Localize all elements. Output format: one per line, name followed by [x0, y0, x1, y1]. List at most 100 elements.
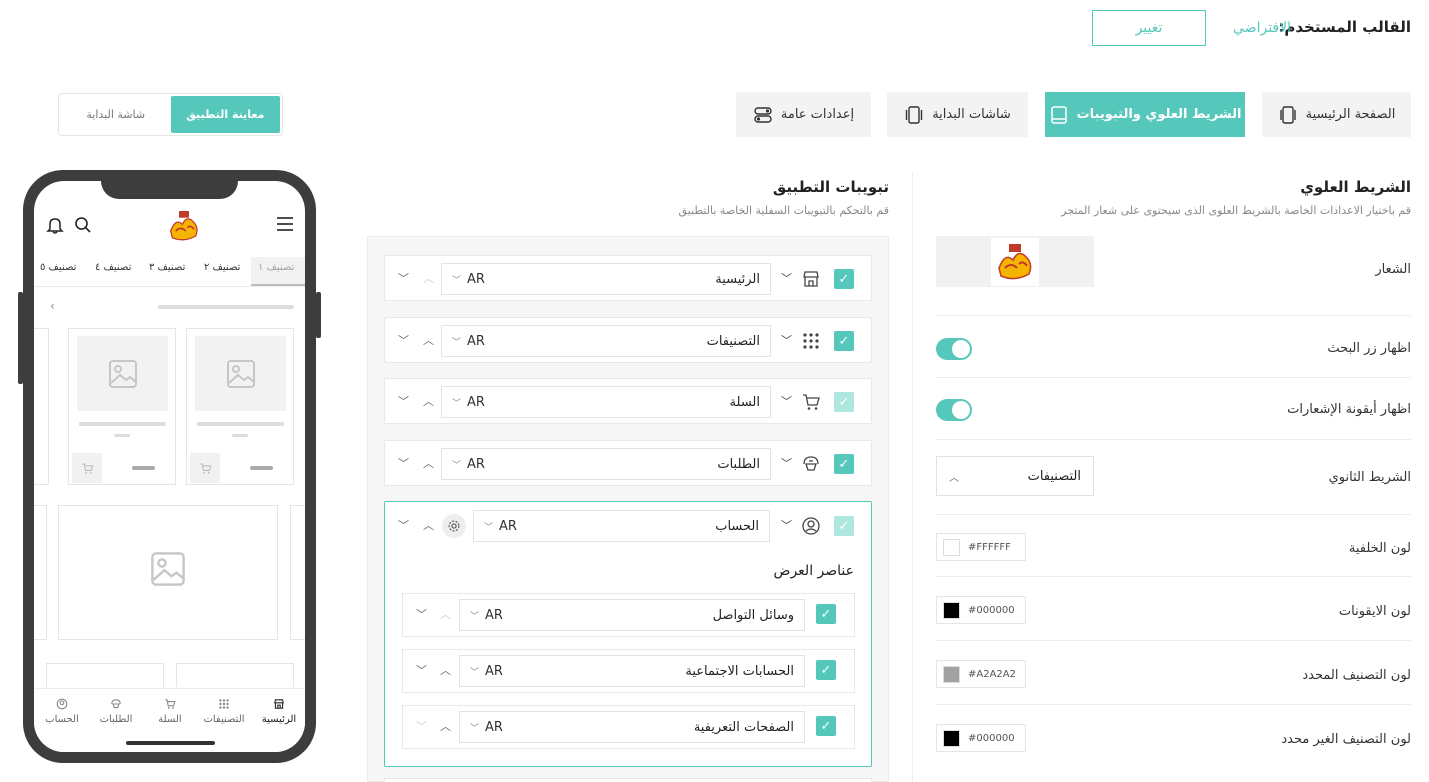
tab-enabled-checkbox[interactable]: ✓	[834, 269, 854, 289]
menu-icon[interactable]	[276, 216, 294, 232]
tab-name-field[interactable]: الطلبات AR ﹀	[441, 448, 771, 480]
phone-store-logo	[170, 211, 198, 241]
phone-category-2[interactable]: تصنيف ٢	[204, 262, 240, 273]
show-notifications-label: اظهار أيقونة الإشعارات	[1287, 402, 1411, 417]
show-search-toggle[interactable]	[936, 338, 972, 360]
lang-select[interactable]: AR ﹀	[484, 519, 517, 534]
product-price-placeholder	[250, 466, 273, 470]
chevron-down-icon: ﹀	[452, 398, 462, 409]
tab-home-page[interactable]: الصفحة الرئيسية	[1262, 92, 1411, 137]
move-down-icon[interactable]: ﹀	[416, 606, 427, 622]
tab-name-field[interactable]: التصنيفات AR ﹀	[441, 325, 771, 357]
lang-select[interactable]: AR ﹀	[452, 457, 485, 472]
phone-tab-cart[interactable]: السلة	[145, 714, 195, 725]
tab-general-settings[interactable]: إعدادات عامة	[736, 92, 871, 137]
tab-name-field[interactable]: الحساب AR ﹀	[473, 510, 770, 542]
tab-name-field[interactable]: الرئيسية AR ﹀	[441, 263, 771, 295]
cart-icon	[803, 394, 820, 410]
phone-tab-account[interactable]: الحساب	[37, 714, 87, 725]
color-picker-icons[interactable]: #000000	[936, 596, 1026, 624]
bell-icon[interactable]	[45, 215, 65, 235]
lang-select[interactable]: AR ﹀	[470, 608, 503, 623]
move-up-icon[interactable]: ︿	[440, 718, 451, 734]
cart-icon	[165, 699, 176, 709]
element-enabled-checkbox[interactable]: ✓	[816, 604, 836, 624]
gear-icon[interactable]	[442, 514, 466, 538]
tab-enabled-checkbox[interactable]: ✓	[834, 392, 854, 412]
move-up-icon[interactable]: ︿	[423, 393, 434, 409]
lang-select[interactable]: AR ﹀	[452, 334, 485, 349]
phone-icon	[1279, 105, 1296, 124]
chevron-down-icon[interactable]: ﹀	[781, 270, 792, 286]
move-up-icon[interactable]: ︿	[440, 662, 451, 678]
element-name-field[interactable]: الصفحات التعريفية AR ﹀	[459, 711, 805, 743]
move-up-icon[interactable]: ︿	[440, 606, 451, 622]
lang-select[interactable]: AR ﹀	[470, 664, 503, 679]
lang-code: AR	[499, 518, 517, 534]
lang-select[interactable]: AR ﹀	[452, 272, 485, 287]
chevron-down-icon[interactable]: ﹀	[781, 455, 792, 471]
lang-select[interactable]: AR ﹀	[470, 720, 503, 735]
chevron-down-icon: ﹀	[470, 667, 480, 678]
product-card-placeholder	[46, 663, 164, 687]
phone-tab-home[interactable]: الرئيسية	[254, 714, 304, 725]
color-swatch	[943, 601, 960, 619]
user-icon	[56, 698, 68, 710]
chevron-down-icon[interactable]: ﹀	[781, 332, 792, 348]
move-down-icon[interactable]: ﹀	[416, 718, 427, 734]
chevron-down-icon: ﹀	[452, 337, 462, 348]
phone-category-1[interactable]: تصنيف ١	[258, 262, 294, 273]
search-icon[interactable]	[74, 216, 92, 234]
move-down-icon[interactable]: ﹀	[416, 662, 427, 678]
tab-name-field[interactable]: السلة AR ﹀	[441, 386, 771, 418]
move-down-icon[interactable]: ﹀	[398, 455, 409, 471]
lang-select[interactable]: AR ﹀	[452, 395, 485, 410]
tab-enabled-checkbox[interactable]: ✓	[834, 454, 854, 474]
move-down-icon[interactable]: ﹀	[398, 393, 409, 409]
element-name-field[interactable]: الحسابات الاجتماعية AR ﹀	[459, 655, 805, 687]
show-search-label: اظهار زر البحث	[1327, 341, 1411, 356]
lang-code: AR	[467, 394, 485, 410]
element-enabled-checkbox[interactable]: ✓	[816, 660, 836, 680]
add-to-cart-button[interactable]	[190, 453, 220, 483]
move-up-icon[interactable]: ︿	[423, 517, 434, 533]
move-down-icon[interactable]: ﹀	[398, 270, 409, 286]
move-up-icon[interactable]: ︿	[423, 270, 434, 286]
chevron-up-icon: ︿	[949, 472, 959, 484]
color-picker-background[interactable]: #FFFFFF	[936, 533, 1026, 561]
show-notifications-toggle[interactable]	[936, 399, 972, 421]
logo-upload[interactable]	[936, 236, 1094, 287]
add-to-cart-button[interactable]	[72, 453, 102, 483]
element-name-field[interactable]: وسائل التواصل AR ﹀	[459, 599, 805, 631]
phone-category-5[interactable]: تصنيف ٥	[40, 262, 76, 273]
chevron-left-icon[interactable]: ‹	[50, 299, 55, 313]
cart-icon	[81, 462, 93, 474]
move-up-icon[interactable]: ︿	[423, 332, 434, 348]
phone-tab-orders[interactable]: الطلبات	[91, 714, 141, 725]
tab-top-bar-and-tabs[interactable]: الشريط العلوي والتبويبات	[1045, 92, 1245, 137]
chevron-down-icon: ﹀	[452, 275, 462, 286]
tab-enabled-checkbox[interactable]: ✓	[834, 331, 854, 351]
color-label: لون التصنيف الغير محدد	[1281, 732, 1411, 747]
app-preview-option[interactable]: معاينة التطبيق	[170, 96, 280, 133]
change-template-button[interactable]: تغيير	[1092, 10, 1206, 46]
chevron-down-icon[interactable]: ﹀	[781, 393, 792, 409]
tab-splash-screens[interactable]: شاشات البداية	[887, 92, 1028, 137]
move-down-icon[interactable]: ﹀	[398, 332, 409, 348]
phone-category-4[interactable]: تصنيف ٤	[95, 262, 131, 273]
secondary-bar-select[interactable]: التصنيفات ︿	[936, 456, 1094, 496]
move-up-icon[interactable]: ︿	[423, 455, 434, 471]
phone-tab-categories[interactable]: التصنيفات	[199, 714, 249, 725]
splash-screen-option[interactable]: شاشة البداية	[61, 96, 171, 133]
color-picker-unselected-category[interactable]: #000000	[936, 724, 1026, 752]
element-enabled-checkbox[interactable]: ✓	[816, 716, 836, 736]
chevron-down-icon[interactable]: ﹀	[781, 517, 792, 533]
move-down-icon[interactable]: ﹀	[398, 517, 409, 533]
top-bar-subtitle: قم باختيار الاعدادات الخاصة بالشريط العل…	[1061, 204, 1411, 217]
color-picker-selected-category[interactable]: #A2A2A2	[936, 660, 1026, 688]
tab-enabled-checkbox[interactable]: ✓	[834, 516, 854, 536]
display-elements-title: عناصر العرض	[773, 563, 854, 579]
phone-category-3[interactable]: تصنيف ٣	[149, 262, 185, 273]
product-price-placeholder	[232, 434, 248, 437]
tab-card-next	[384, 778, 872, 782]
